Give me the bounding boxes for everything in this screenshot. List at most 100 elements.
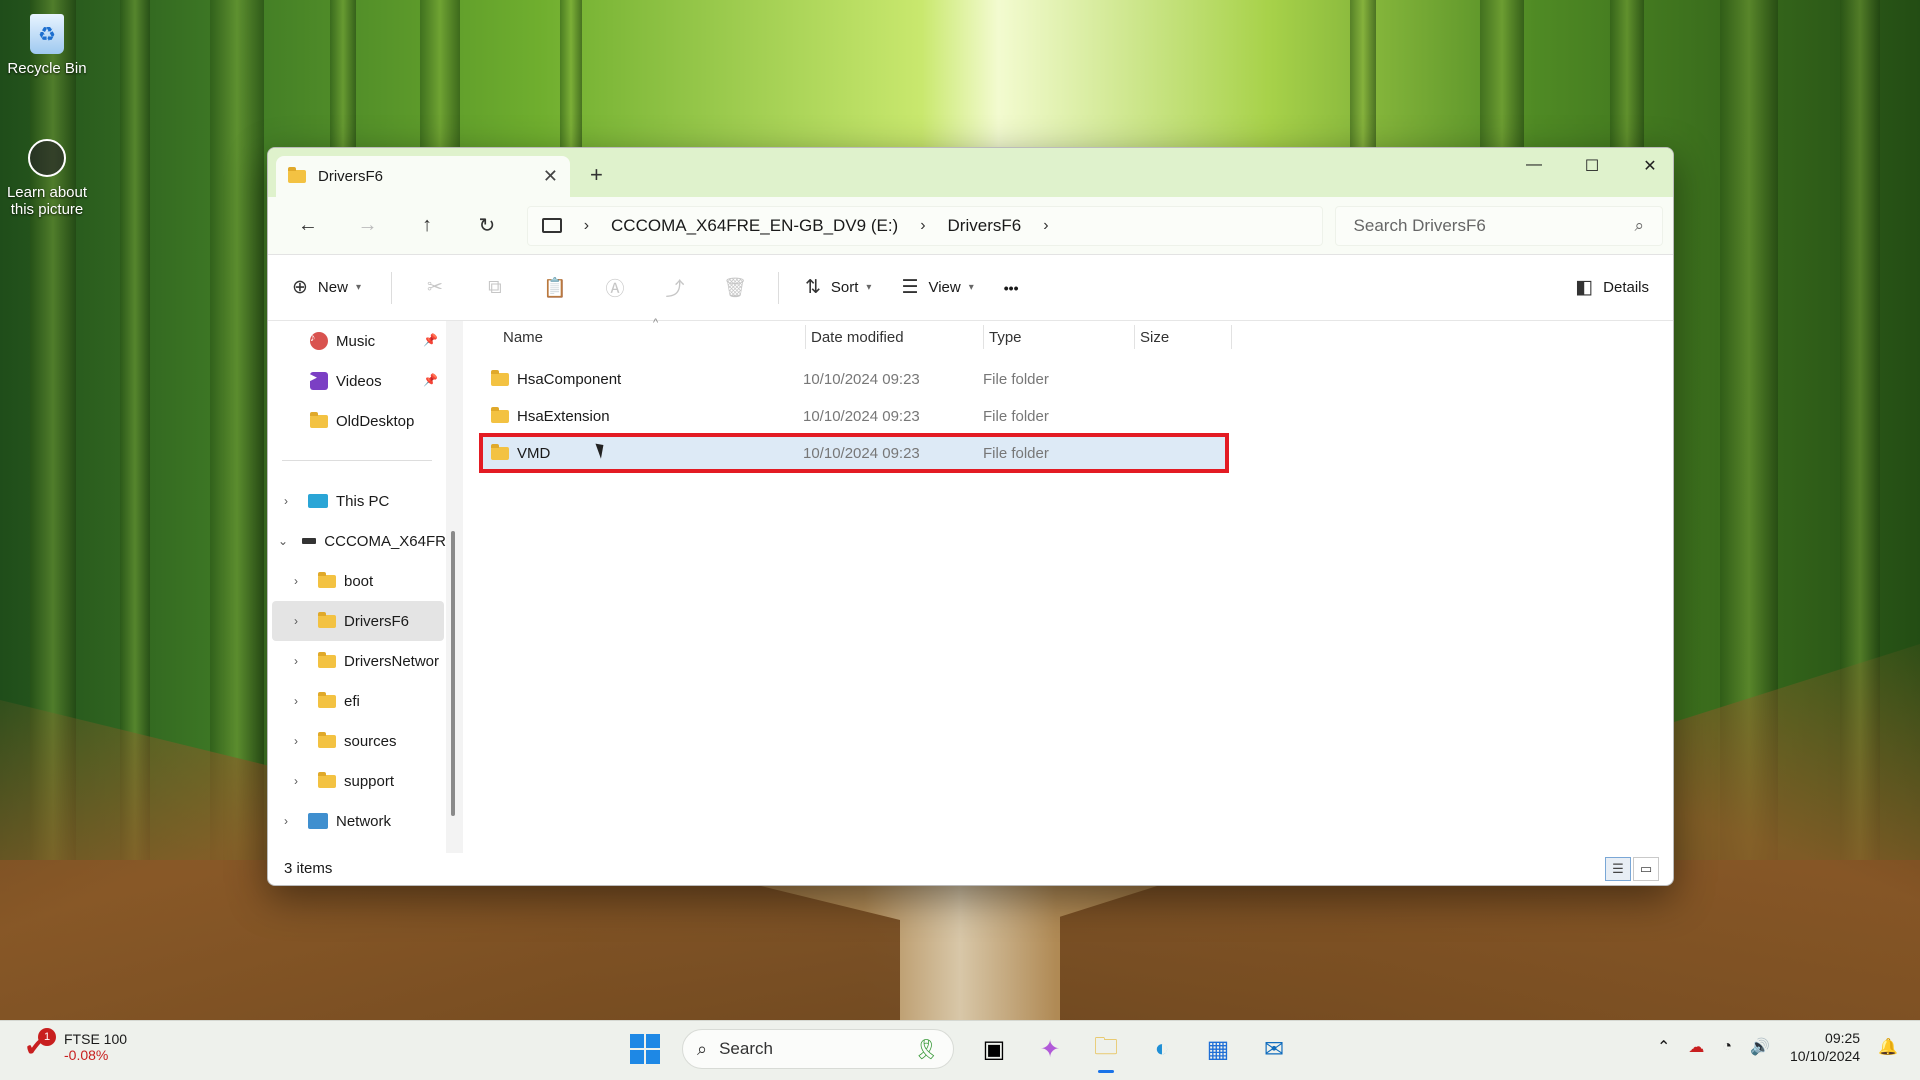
share-icon[interactable]: ⤴ [658, 274, 692, 301]
recycle-bin-icon [25, 12, 69, 56]
folder-icon [318, 771, 336, 788]
nav-item-drive[interactable]: ⌄ CCCOMA_X64FR [276, 521, 446, 561]
column-header-date[interactable]: Date modified [811, 321, 904, 353]
copy-icon[interactable]: ⧉ [478, 277, 512, 299]
back-button[interactable]: ← [278, 214, 338, 237]
folder-icon [318, 651, 336, 668]
taskbar-search[interactable]: ⌕ Search 🎗 [682, 1029, 954, 1069]
nav-item-label: CCCOMA_X64FR [324, 532, 446, 550]
nav-item-music[interactable]: ♪ Music [310, 321, 375, 361]
chevron-up-icon[interactable]: ⌃ [1657, 1037, 1670, 1057]
rename-icon[interactable]: Ⓐ [598, 274, 632, 301]
wifi-icon[interactable]: ◔ [1722, 1038, 1732, 1056]
nav-item-videos[interactable]: ▶ Videos [310, 361, 382, 401]
notification-badge: 1 [38, 1028, 56, 1046]
chevron-down-icon[interactable]: ⌄ [276, 534, 290, 548]
drive-icon [302, 538, 317, 544]
search-box[interactable]: ⌕ [1334, 205, 1663, 246]
delete-icon[interactable]: 🗑 [718, 276, 752, 300]
chevron-right-icon[interactable]: › [286, 614, 306, 628]
sort-button[interactable]: ⇅ Sort ▾ [805, 276, 871, 299]
nav-item-sources[interactable]: › sources [286, 721, 397, 761]
microsoft-store-icon[interactable]: ▦ [1196, 1027, 1240, 1071]
volume-icon[interactable]: 🔊 [1750, 1037, 1770, 1057]
column-header-name[interactable]: Name ^ [503, 317, 658, 353]
forward-button[interactable]: → [338, 214, 398, 237]
file-row-hsaextension[interactable]: HsaExtension 10/10/2024 09:23 File folde… [483, 400, 1223, 432]
tab-driversf6[interactable]: DriversF6 ✕ [276, 156, 570, 197]
paste-icon[interactable]: 📋 [538, 276, 572, 300]
tab-close-button[interactable]: ✕ [543, 166, 558, 187]
chevron-right-icon[interactable]: › [286, 654, 306, 668]
maximize-button[interactable]: ☐ [1569, 156, 1615, 176]
file-name: VMD [517, 444, 551, 462]
clock[interactable]: 09:25 10/10/2024 [1790, 1029, 1860, 1065]
file-row-hsacomponent[interactable]: HsaComponent 10/10/2024 09:23 File folde… [483, 363, 1223, 395]
address-bar[interactable]: › CCCOMA_X64FRE_EN-GB_DV9 (E:) › Drivers… [526, 205, 1323, 246]
breadcrumb-driversf6[interactable]: DriversF6 [948, 216, 1022, 236]
breadcrumb-separator[interactable]: › [920, 217, 925, 235]
close-button[interactable]: ✕ [1627, 156, 1673, 176]
nav-item-this-pc[interactable]: › This PC [276, 481, 389, 521]
column-divider[interactable] [1134, 325, 1135, 349]
column-divider[interactable] [983, 325, 984, 349]
navigation-pane: ♪ Music 📌 ▶ Videos 📌 OldDesktop › This P… [268, 321, 463, 853]
minimize-button[interactable]: — [1511, 156, 1557, 174]
task-view-icon[interactable]: ▣ [972, 1027, 1016, 1071]
file-date: 10/10/2024 09:23 [803, 444, 920, 462]
nav-item-efi[interactable]: › efi [286, 681, 360, 721]
search-input[interactable] [1353, 215, 1635, 236]
chevron-right-icon[interactable]: › [286, 734, 306, 748]
nav-item-driversf6[interactable]: › DriversF6 [272, 601, 444, 641]
nav-item-olddesktop[interactable]: OldDesktop [310, 401, 414, 441]
file-explorer-icon[interactable]: 🗀 [1084, 1027, 1128, 1073]
column-divider[interactable] [1231, 325, 1232, 349]
explorer-body: ♪ Music 📌 ▶ Videos 📌 OldDesktop › This P… [268, 317, 1673, 885]
file-name: HsaExtension [517, 407, 610, 425]
up-button[interactable]: ↑ [397, 214, 457, 237]
start-button[interactable] [630, 1034, 660, 1064]
cut-icon[interactable]: ✂ [418, 276, 452, 299]
chevron-right-icon[interactable]: › [276, 814, 296, 828]
stock-widget[interactable]: ✔ 1 FTSE 100 -0.08% [24, 1028, 127, 1063]
nav-item-boot[interactable]: › boot [286, 561, 373, 601]
desktop-icon-recycle-bin[interactable]: Recycle Bin [0, 12, 94, 77]
new-button[interactable]: ⊕ New ▾ [292, 276, 361, 299]
chevron-right-icon[interactable]: › [286, 774, 306, 788]
outlook-icon[interactable]: ✉ [1252, 1027, 1296, 1071]
nav-item-network[interactable]: › Network [276, 801, 391, 841]
refresh-button[interactable]: ↻ [457, 213, 517, 238]
notification-bell-icon[interactable]: 🔔 [1878, 1037, 1898, 1057]
nav-item-driversnetwork[interactable]: › DriversNetwor [286, 641, 446, 681]
details-pane-button[interactable]: ◧ Details [1575, 276, 1649, 299]
breadcrumb-separator[interactable]: › [584, 217, 589, 235]
file-explorer-window: DriversF6 ✕ + — ☐ ✕ ← → ↑ ↻ › CCCOMA_X64… [267, 147, 1674, 886]
details-view-icon[interactable]: ☰ [1605, 857, 1631, 881]
new-tab-button[interactable]: + [590, 162, 603, 188]
onedrive-icon[interactable]: ☁ [1688, 1037, 1704, 1057]
system-tray: ⌃ ☁ ◔ 🔊 09:25 10/10/2024 🔔 [1639, 1029, 1898, 1065]
nav-item-label: sources [344, 732, 397, 750]
breadcrumb-drive[interactable]: CCCOMA_X64FRE_EN-GB_DV9 (E:) [611, 216, 898, 236]
more-options-button[interactable]: ••• [1004, 280, 1019, 296]
view-label: View [928, 279, 961, 296]
view-button[interactable]: ☰ View ▾ [901, 276, 973, 299]
desktop-icon-learn-about-picture[interactable]: Learn about this picture [0, 136, 94, 218]
nav-item-support[interactable]: › support [286, 761, 394, 801]
chevron-right-icon[interactable]: › [276, 494, 296, 508]
edge-icon[interactable]: ◐ [1140, 1027, 1184, 1071]
nav-scrollbar-thumb[interactable] [451, 531, 455, 816]
nav-divider [282, 460, 432, 461]
file-date: 10/10/2024 09:23 [803, 370, 920, 388]
column-header-size[interactable]: Size [1140, 321, 1169, 353]
chevron-right-icon[interactable]: › [286, 574, 306, 588]
nav-item-label: OldDesktop [336, 412, 415, 430]
breadcrumb-separator[interactable]: › [1043, 217, 1048, 235]
tiles-view-icon[interactable]: ▭ [1633, 857, 1659, 881]
column-divider[interactable] [805, 325, 806, 349]
network-icon [308, 813, 328, 829]
column-header-type[interactable]: Type [989, 321, 1022, 353]
chevron-right-icon[interactable]: › [286, 694, 306, 708]
copilot-icon[interactable]: ✦ [1028, 1027, 1072, 1071]
file-row-vmd[interactable]: VMD 10/10/2024 09:23 File folder [479, 433, 1229, 473]
